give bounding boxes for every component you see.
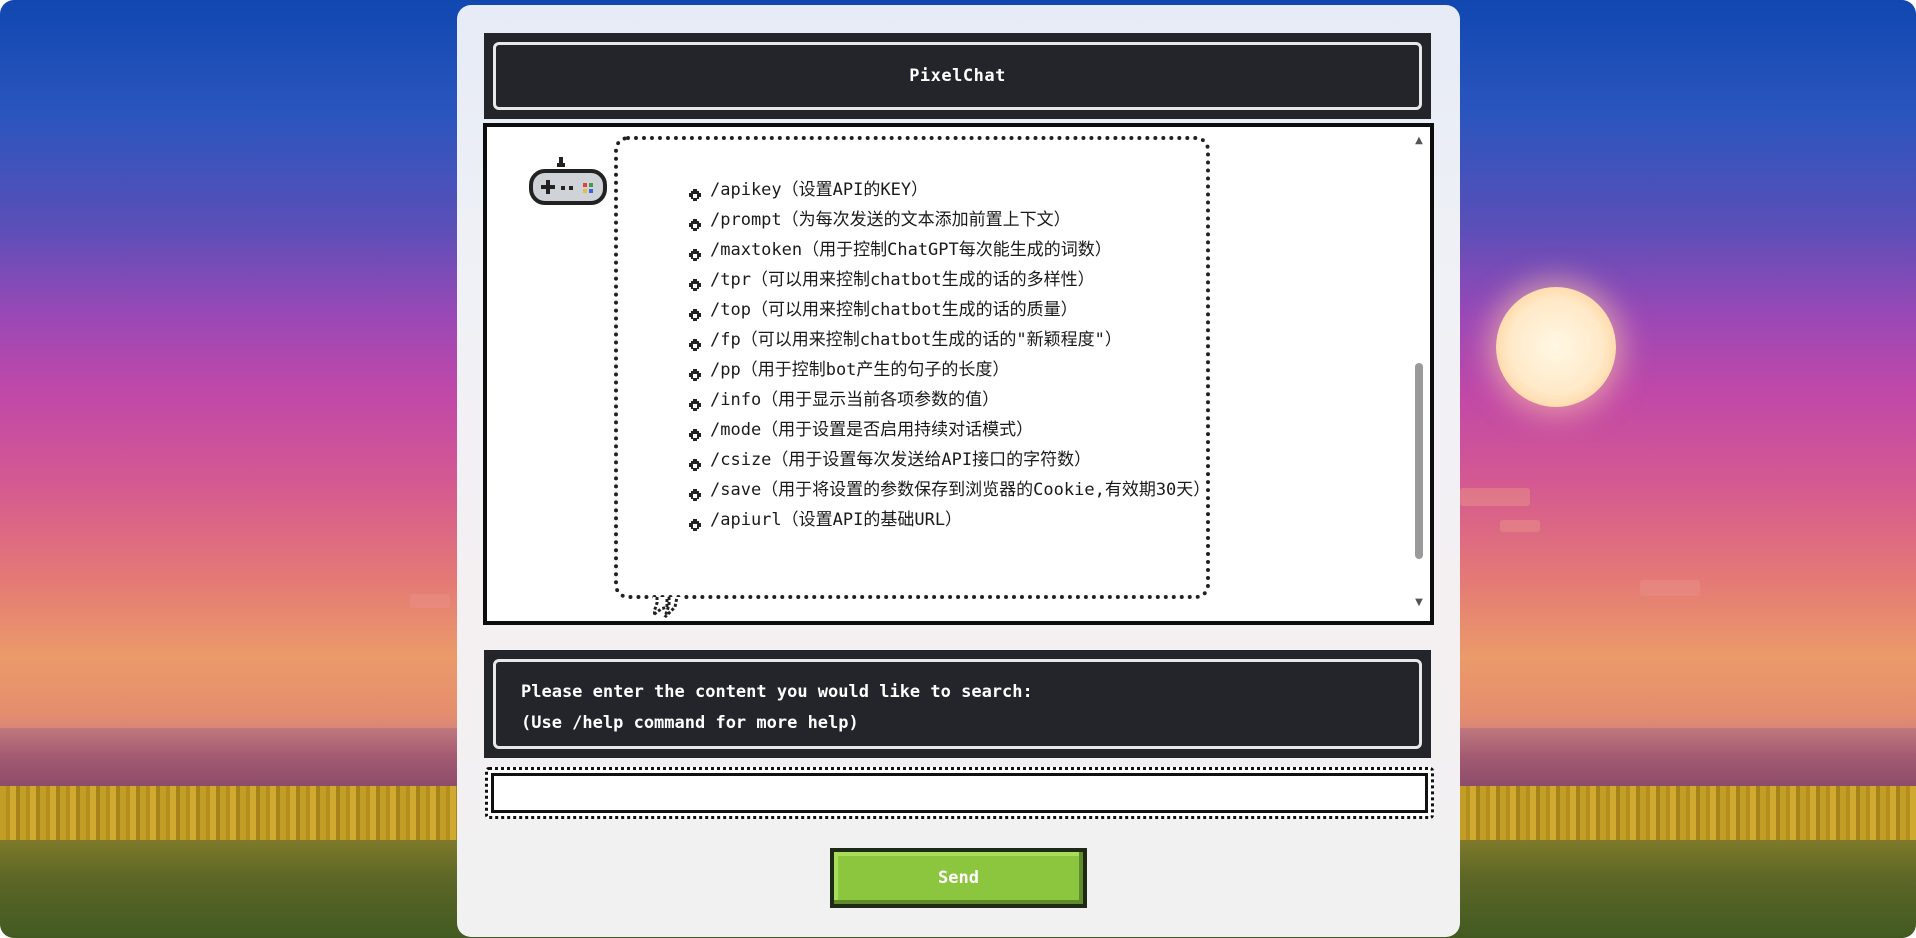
command-item: /csize（用于设置每次发送给API接口的字符数）	[688, 445, 1208, 475]
send-button[interactable]: Send	[830, 848, 1087, 908]
command-text: /save（用于将设置的参数保存到浏览器的Cookie,有效期30天）	[710, 480, 1211, 500]
command-list: /apikey（设置API的KEY） /prompt（为每次发送的文本添加前置上下…	[688, 175, 1211, 535]
info-box: Please enter the content you would like …	[487, 653, 1428, 755]
sun-image	[1496, 287, 1616, 407]
bullet-icon	[688, 363, 702, 381]
command-text: /info（用于显示当前各项参数的值）	[710, 390, 1000, 410]
command-text: /mode（用于设置是否启用持续对话模式）	[710, 420, 1034, 440]
bullet-icon	[688, 243, 702, 261]
command-text: /apiurl（设置API的基础URL）	[710, 510, 963, 530]
bullet-icon	[688, 453, 702, 471]
command-text: /fp（可以用来控制chatbot生成的话的"新颖程度"）	[710, 330, 1122, 350]
app-title: PixelChat	[909, 66, 1006, 86]
header-bar: PixelChat	[487, 36, 1428, 116]
bullet-icon	[688, 333, 702, 351]
command-text: /apikey（设置API的KEY）	[710, 180, 929, 200]
cloud-decoration	[410, 594, 450, 608]
cloud-decoration	[1640, 580, 1700, 596]
bullet-icon	[688, 303, 702, 321]
chat-scrollbar[interactable]: ▲ ▼	[1412, 135, 1426, 609]
command-item: /tpr（可以用来控制chatbot生成的话的多样性）	[688, 265, 1208, 295]
command-item: /maxtoken（用于控制ChatGPT每次能生成的词数）	[688, 235, 1208, 265]
cloud-decoration	[1500, 520, 1540, 532]
bot-message-bubble: /apikey（设置API的KEY） /prompt（为每次发送的文本添加前置上下…	[614, 136, 1210, 599]
command-item: /info（用于显示当前各项参数的值）	[688, 385, 1208, 415]
command-item: /top（可以用来控制chatbot生成的话的质量）	[688, 295, 1208, 325]
bullet-icon	[688, 513, 702, 531]
scroll-thumb[interactable]	[1415, 363, 1423, 559]
command-item: /mode（用于设置是否启用持续对话模式）	[688, 415, 1208, 445]
info-line-1: Please enter the content you would like …	[521, 682, 1033, 702]
cloud-decoration	[1460, 488, 1530, 506]
command-item: /fp（可以用来控制chatbot生成的话的"新颖程度"）	[688, 325, 1208, 355]
command-item: /pp（用于控制bot产生的句子的长度）	[688, 355, 1208, 385]
bubble-tail-icon	[650, 596, 681, 620]
chat-panel: PixelChat /apikey（设置API的KEY） /prompt（为每次…	[457, 5, 1460, 937]
command-text: /top（可以用来控制chatbot生成的话的质量）	[710, 300, 1078, 320]
command-text: /pp（用于控制bot产生的句子的长度）	[710, 360, 1010, 380]
gamepad-icon	[527, 157, 609, 207]
info-text: Please enter the content you would like …	[521, 677, 1033, 739]
scroll-down-icon[interactable]: ▼	[1413, 597, 1425, 609]
command-text: /maxtoken（用于控制ChatGPT每次能生成的词数）	[710, 240, 1112, 260]
chat-history[interactable]: /apikey（设置API的KEY） /prompt（为每次发送的文本添加前置上下…	[483, 123, 1434, 625]
message-input-frame	[485, 767, 1434, 819]
command-item: /prompt（为每次发送的文本添加前置上下文）	[688, 205, 1208, 235]
command-text: /tpr（可以用来控制chatbot生成的话的多样性）	[710, 270, 1095, 290]
command-item: /apikey（设置API的KEY）	[688, 175, 1208, 205]
command-item: /save（用于将设置的参数保存到浏览器的Cookie,有效期30天）	[688, 475, 1211, 505]
bullet-icon	[688, 213, 702, 231]
info-line-2: (Use /help command for more help)	[521, 713, 859, 733]
bullet-icon	[688, 423, 702, 441]
command-item: /apiurl（设置API的基础URL）	[688, 505, 1208, 535]
app-window: PixelChat /apikey（设置API的KEY） /prompt（为每次…	[0, 0, 1916, 938]
bullet-icon	[688, 273, 702, 291]
message-input[interactable]	[491, 773, 1428, 813]
command-text: /csize（用于设置每次发送给API接口的字符数）	[710, 450, 1092, 470]
bullet-icon	[688, 483, 702, 501]
bullet-icon	[688, 393, 702, 411]
scroll-up-icon[interactable]: ▲	[1413, 135, 1425, 147]
command-text: /prompt（为每次发送的文本添加前置上下文）	[710, 210, 1071, 230]
bullet-icon	[688, 183, 702, 201]
